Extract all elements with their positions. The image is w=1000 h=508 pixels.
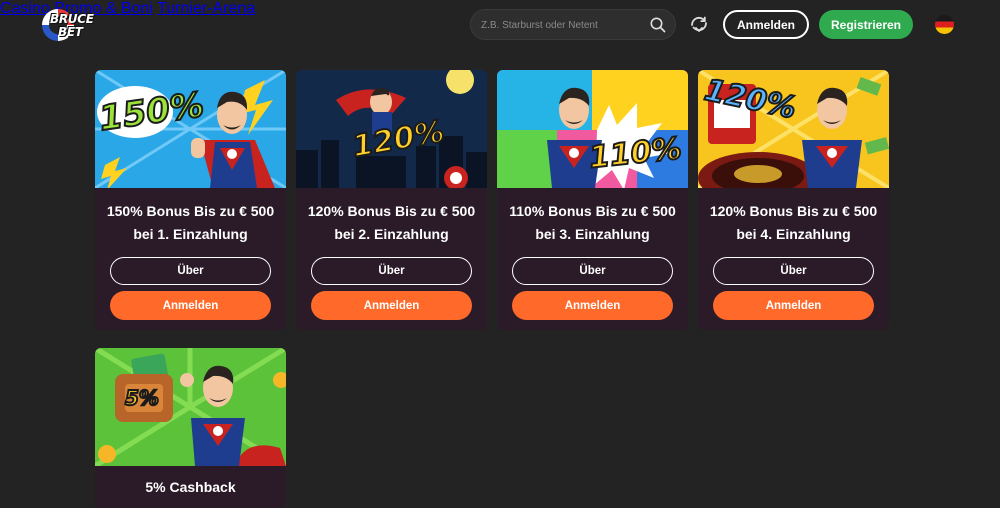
search-input[interactable]: [481, 17, 641, 33]
promo-title: 120% Bonus Bis zu € 500 bei 2. Einzahlun…: [307, 203, 476, 242]
promo-signup-button[interactable]: Anmelden: [110, 291, 271, 320]
search-icon[interactable]: [649, 16, 667, 34]
promo-card-2: 120% 120% Bonus Bis zu € 500 bei 2. Einz…: [296, 70, 487, 330]
promo-about-button[interactable]: Über: [110, 257, 271, 285]
promo-card-5: 5% 5% Cashback: [95, 348, 286, 508]
header-register-button[interactable]: Registrieren: [819, 10, 913, 39]
promo-image-150: 150%: [95, 70, 286, 188]
logo-text-bruce: BRUCE: [50, 12, 94, 26]
promo-signup-button[interactable]: Anmelden: [311, 291, 472, 320]
nav-turnier-arena[interactable]: Turnier-Arena: [157, 0, 255, 17]
top-header: BRUCE BET Casino Promo & Boni Turnier-Ar…: [0, 0, 1000, 50]
promo-about-button[interactable]: Über: [512, 257, 673, 285]
logo-text-bet: BET: [58, 25, 83, 39]
promo-card-3: 110% 110% Bonus Bis zu € 500 bei 3. Einz…: [497, 70, 688, 330]
promo-signup-button[interactable]: Anmelden: [713, 291, 874, 320]
de-flag-icon[interactable]: [935, 15, 954, 34]
header-login-button[interactable]: Anmelden: [723, 10, 809, 39]
promo-title: 120% Bonus Bis zu € 500 bei 4. Einzahlun…: [709, 203, 878, 242]
promo-image-120-roulette: 120%: [698, 70, 889, 188]
promo-badge-percent: 5%: [124, 385, 160, 411]
promo-image-cashback: 5%: [95, 348, 286, 466]
search-bar: [470, 9, 676, 40]
superhero-wallet-icon: [95, 348, 286, 466]
promo-image-110: 110%: [497, 70, 688, 188]
promo-title: 150% Bonus Bis zu € 500 bei 1. Einzahlun…: [106, 203, 275, 242]
promo-title: 5% Cashback: [145, 479, 236, 495]
promo-about-button[interactable]: Über: [311, 257, 472, 285]
promo-about-button[interactable]: Über: [713, 257, 874, 285]
promo-card-4: 120% 120% Bonus Bis zu € 500 bei 4. Einz…: [698, 70, 889, 330]
promo-title: 110% Bonus Bis zu € 500 bei 3. Einzahlun…: [509, 203, 676, 242]
promo-image-120-night: 120%: [296, 70, 487, 188]
promo-signup-button[interactable]: Anmelden: [512, 291, 673, 320]
promo-card-1: 150% 150% Bonus Bis zu € 500 bei 1. Einz…: [95, 70, 286, 330]
brucebet-logo[interactable]: BRUCE BET: [40, 7, 96, 43]
refresh-icon[interactable]: [687, 12, 711, 36]
